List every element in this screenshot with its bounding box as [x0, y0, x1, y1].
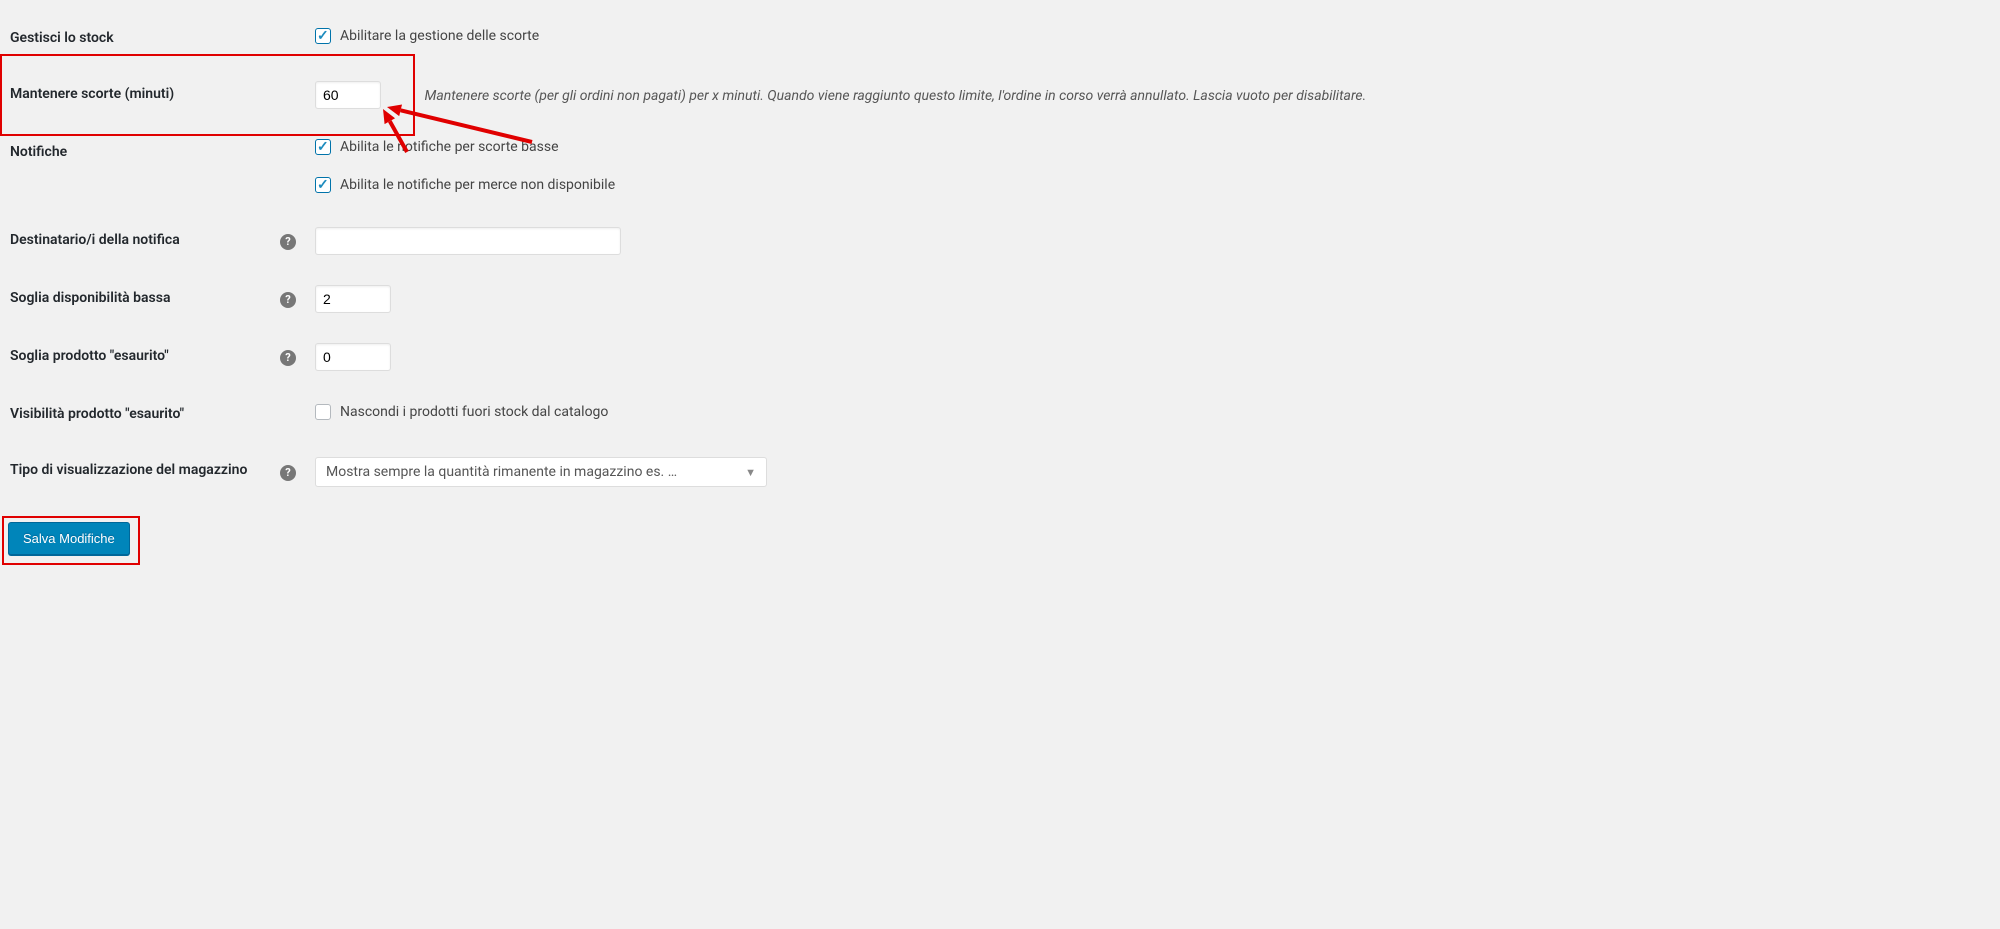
chevron-down-icon: ▼ [745, 466, 756, 479]
label-out-of-stock-threshold: Soglia prodotto "esaurito" [5, 328, 280, 386]
label-stock-display-format: Tipo di visualizzazione del magazzino [5, 442, 280, 502]
hide-out-of-stock-option[interactable]: Nascondi i prodotti fuori stock dal cata… [315, 404, 608, 420]
stock-display-format-value: Mostra sempre la quantità rimanente in m… [326, 464, 677, 480]
label-notifications: Notifiche [5, 124, 280, 212]
low-stock-notify-option[interactable]: Abilita le notifiche per scorte basse [315, 139, 559, 155]
label-out-of-stock-visibility: Visibilità prodotto "esaurito" [5, 386, 280, 442]
out-of-stock-notify-label: Abilita le notifiche per merce non dispo… [340, 177, 615, 193]
out-of-stock-threshold-input[interactable] [315, 343, 391, 371]
manage-stock-checkbox-label: Abilitare la gestione delle scorte [340, 28, 539, 44]
low-stock-notify-checkbox[interactable] [315, 139, 331, 155]
label-manage-stock: Gestisci lo stock [5, 10, 280, 66]
manage-stock-checkbox[interactable] [315, 28, 331, 44]
help-icon[interactable]: ? [280, 292, 296, 308]
hold-stock-input[interactable] [315, 81, 381, 109]
help-icon[interactable]: ? [280, 465, 296, 481]
out-of-stock-notify-checkbox[interactable] [315, 177, 331, 193]
label-notification-recipient: Destinatario/i della notifica [5, 212, 280, 270]
label-low-stock-threshold: Soglia disponibilità bassa [5, 270, 280, 328]
notification-recipient-input[interactable] [315, 227, 621, 255]
help-icon[interactable]: ? [280, 234, 296, 250]
manage-stock-option[interactable]: Abilitare la gestione delle scorte [315, 28, 539, 44]
help-icon[interactable]: ? [280, 350, 296, 366]
hide-out-of-stock-label: Nascondi i prodotti fuori stock dal cata… [340, 404, 608, 420]
low-stock-notify-label: Abilita le notifiche per scorte basse [340, 139, 559, 155]
out-of-stock-notify-option[interactable]: Abilita le notifiche per merce non dispo… [315, 177, 615, 193]
label-hold-stock: Mantenere scorte (minuti) [5, 66, 280, 124]
save-changes-button[interactable]: Salva Modifiche [8, 522, 130, 555]
low-stock-threshold-input[interactable] [315, 285, 391, 313]
hold-stock-description: Mantenere scorte (per gli ordini non pag… [424, 88, 1366, 104]
stock-display-format-select[interactable]: Mostra sempre la quantità rimanente in m… [315, 457, 767, 487]
hide-out-of-stock-checkbox[interactable] [315, 404, 331, 420]
